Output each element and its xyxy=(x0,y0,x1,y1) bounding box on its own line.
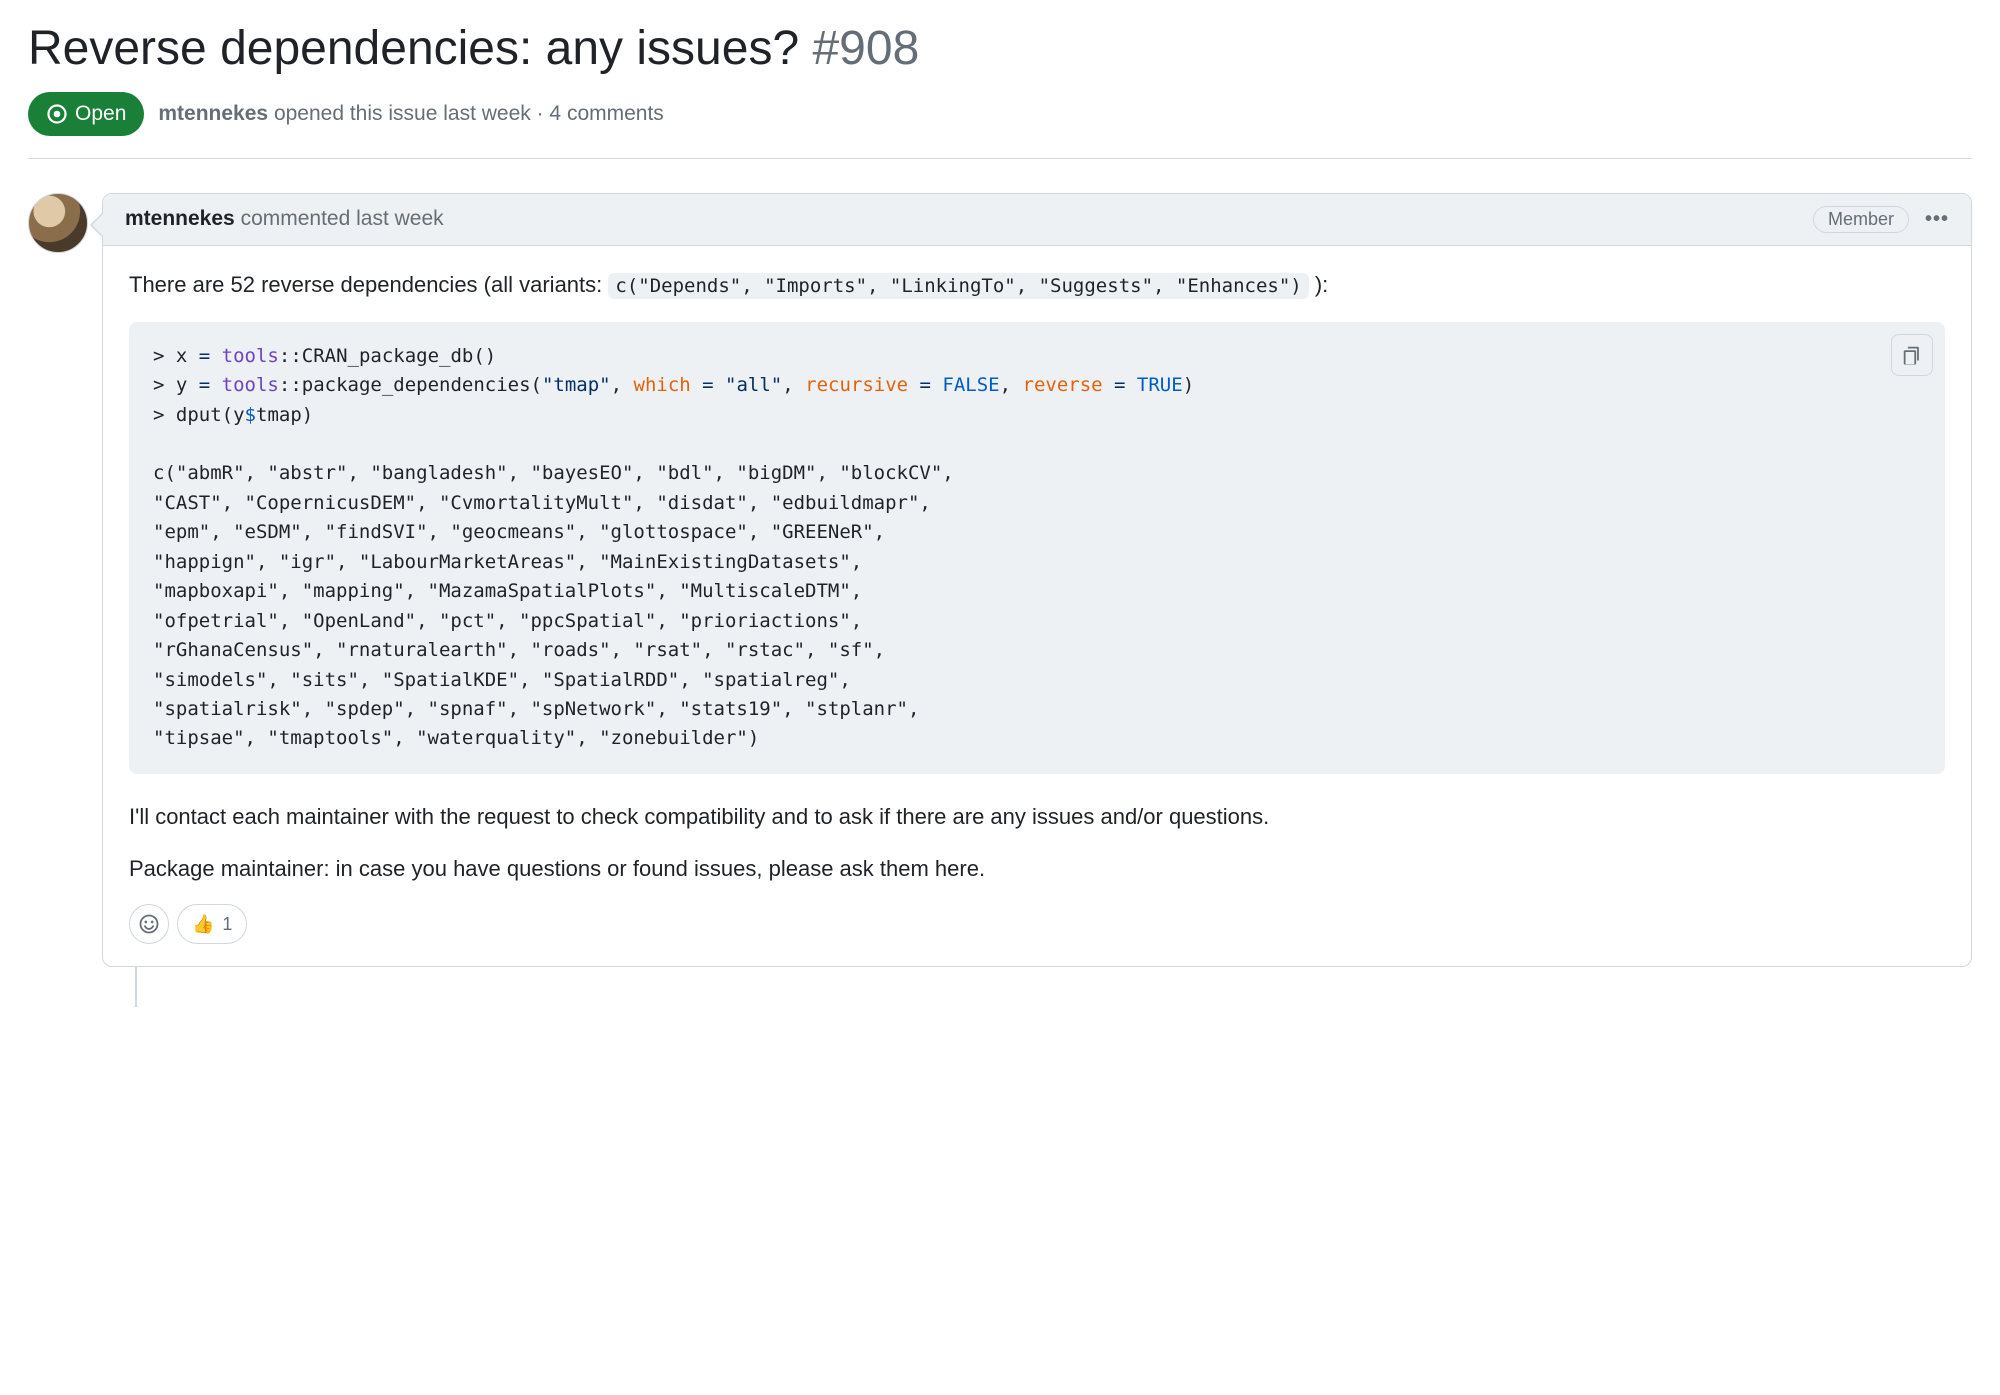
reactions-bar: 👍 1 xyxy=(129,904,1945,944)
issue-title: Reverse dependencies: any issues? #908 xyxy=(28,20,1972,78)
state-pill-open: Open xyxy=(28,92,144,136)
thumbs-up-icon: 👍 xyxy=(192,914,214,935)
intro-paragraph: There are 52 reverse dependencies (all v… xyxy=(129,268,1945,302)
issue-opened-text: opened this issue last week xyxy=(274,102,531,125)
issue-author-link[interactable]: mtennekes xyxy=(158,102,268,125)
issue-comments-count: · 4 comments xyxy=(537,102,664,125)
comment-header-left: mtennekes commented last week xyxy=(125,207,444,231)
intro-inline-code: c("Depends", "Imports", "LinkingTo", "Su… xyxy=(608,273,1308,299)
issue-number: #908 xyxy=(812,22,919,75)
copy-icon xyxy=(1901,344,1923,366)
add-reaction-button[interactable] xyxy=(129,904,169,944)
comment-body: There are 52 reverse dependencies (all v… xyxy=(103,246,1971,966)
comment-timestamp: commented last week xyxy=(241,207,444,230)
body-paragraph-2: Package maintainer: in case you have que… xyxy=(129,852,1945,886)
comment-author-link[interactable]: mtennekes xyxy=(125,207,235,230)
code-block: > x = tools::CRAN_package_db() > y = too… xyxy=(129,322,1945,774)
intro-text-suffix: ): xyxy=(1309,272,1329,297)
comment-card: mtennekes commented last week Member •••… xyxy=(102,193,1972,967)
body-paragraph-1: I'll contact each maintainer with the re… xyxy=(129,800,1945,834)
thumbs-up-reaction[interactable]: 👍 1 xyxy=(177,904,247,944)
avatar[interactable] xyxy=(28,193,88,253)
timeline: mtennekes commented last week Member •••… xyxy=(28,193,1972,967)
comment-menu-button[interactable]: ••• xyxy=(1925,208,1949,231)
copy-button[interactable] xyxy=(1891,334,1933,376)
intro-text-prefix: There are 52 reverse dependencies (all v… xyxy=(129,272,608,297)
issue-open-icon xyxy=(46,103,68,125)
issue-meta-text: mtennekes opened this issue last week · … xyxy=(158,102,663,126)
issue-meta-row: Open mtennekes opened this issue last we… xyxy=(28,92,1972,159)
member-badge: Member xyxy=(1813,206,1909,233)
comment-header: mtennekes commented last week Member ••• xyxy=(103,194,1971,246)
state-label: Open xyxy=(75,102,126,126)
timeline-connector xyxy=(135,967,137,1007)
issue-title-text: Reverse dependencies: any issues? xyxy=(28,22,799,75)
smiley-icon xyxy=(138,913,160,935)
reaction-count: 1 xyxy=(222,914,232,935)
